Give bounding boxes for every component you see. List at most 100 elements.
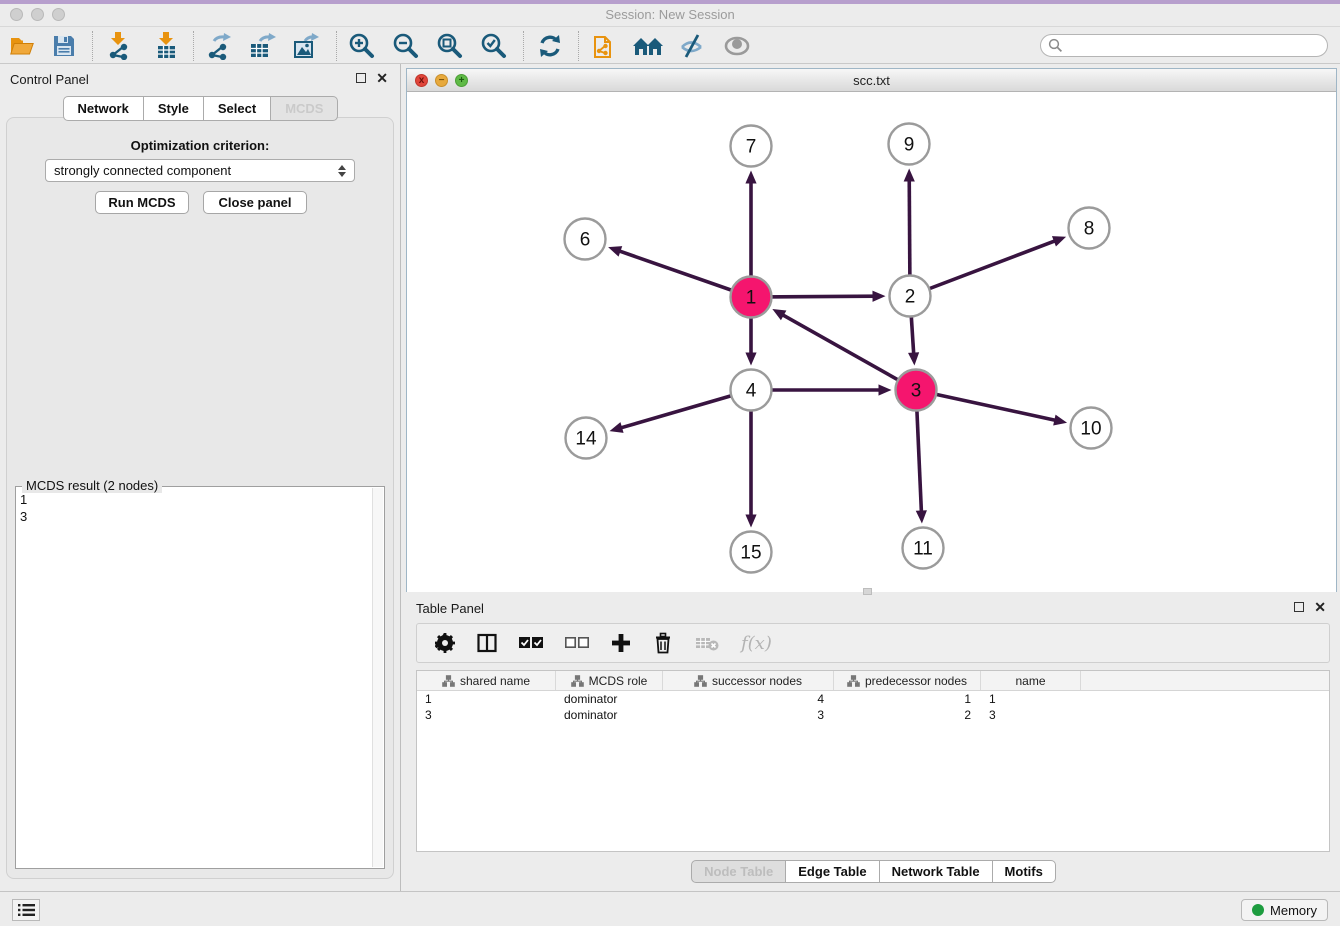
cell-shared-name[interactable]: 1 [417,691,556,707]
node-label-10: 10 [1080,419,1101,440]
column-label: shared name [460,674,530,688]
panel-mode-icon[interactable] [477,633,497,653]
cell-name[interactable]: 3 [981,707,1081,723]
memory-button[interactable]: Memory [1241,899,1328,921]
delete-table-icon-disabled [695,635,719,651]
open-folder-icon[interactable] [5,31,39,61]
table-row[interactable]: 3dominator323 [417,707,1329,723]
cell-successor-nodes[interactable]: 3 [663,707,834,723]
column-settings-icon[interactable] [435,633,455,653]
column-label: predecessor nodes [865,674,967,688]
close-table-panel-icon[interactable]: ✕ [1314,602,1326,612]
node-table[interactable]: shared name MCDS rolesuccessor nodes prede… [416,670,1330,852]
edge-3-1[interactable] [782,314,916,390]
search-box[interactable] [1040,34,1328,57]
node-label-14: 14 [575,429,597,450]
table-row[interactable]: 1dominator411 [417,691,1329,707]
column-header-predecessor-nodes[interactable]: predecessor nodes [834,671,981,690]
deselect-all-icon[interactable] [565,636,589,650]
cell-successor-nodes[interactable]: 4 [663,691,834,707]
edge-2-8[interactable] [910,241,1056,296]
node-label-11: 11 [913,539,933,560]
cell-name[interactable]: 1 [981,691,1081,707]
refresh-icon[interactable] [533,31,567,61]
edge-arrowhead [904,168,915,181]
edge-arrowhead [610,422,624,433]
node-label-2: 2 [905,287,916,308]
node-label-8: 8 [1084,219,1095,240]
search-input[interactable] [1063,39,1313,53]
first-neighbors-icon[interactable] [631,31,665,61]
export-network-icon[interactable] [201,31,235,61]
network-title: scc.txt [407,73,1336,88]
tab-node-table[interactable]: Node Table [691,860,786,883]
export-image-icon[interactable] [289,31,323,61]
network-titlebar[interactable]: x − + scc.txt [407,69,1336,92]
select-all-icon[interactable] [519,636,543,650]
node-label-9: 9 [904,135,915,156]
table-body: 1dominator4113dominator323 [417,691,1329,723]
import-network-icon[interactable] [101,31,135,61]
optimization-criterion-label: Optimization criterion: [7,138,393,153]
mcds-panel: Optimization criterion: strongly connect… [6,117,394,879]
dropdown-value: strongly connected component [54,163,231,178]
column-header-mcds-role[interactable]: MCDS role [556,671,663,690]
new-network-from-selection-icon[interactable] [587,31,621,61]
table-tabs: Node TableEdge TableNetwork TableMotifs [406,860,1340,883]
add-column-icon[interactable] [611,633,631,653]
tab-network[interactable]: Network [63,96,144,121]
mcds-result-box: MCDS result (2 nodes) 13 [15,486,385,869]
import-table-icon[interactable] [149,31,183,61]
network-graph[interactable]: 7968124314101511 [407,92,1336,592]
tab-style[interactable]: Style [143,96,204,121]
edge-arrowhead [745,515,756,528]
control-panel-title: Control Panel [10,72,89,87]
node-label-1: 1 [746,288,757,309]
tab-mcds[interactable]: MCDS [270,96,338,121]
network-view-frame: x − + scc.txt 7968124314101511 [406,68,1337,592]
window-title: Session: New Session [0,7,1340,22]
node-label-3: 3 [911,381,922,402]
export-table-icon[interactable] [245,31,279,61]
memory-label: Memory [1270,903,1317,918]
tab-edge-table[interactable]: Edge Table [785,860,879,883]
search-icon [1048,38,1063,53]
column-header-name[interactable]: name [981,671,1081,690]
tab-network-table[interactable]: Network Table [879,860,993,883]
zoom-in-icon[interactable] [345,31,379,61]
float-panel-icon[interactable] [356,73,366,83]
column-header-shared-name[interactable]: shared name [417,671,556,690]
cell-shared-name[interactable]: 3 [417,707,556,723]
cell-predecessor-nodes[interactable]: 1 [834,691,981,707]
zoom-out-icon[interactable] [389,31,423,61]
network-canvas[interactable]: 7968124314101511 [407,92,1336,592]
tab-select[interactable]: Select [203,96,271,121]
hide-selected-icon[interactable] [675,31,709,61]
frame-resize-grip[interactable] [863,588,872,595]
table-panel-title: Table Panel [416,601,484,616]
float-table-panel-icon[interactable] [1294,602,1304,612]
edge-arrowhead [1052,236,1066,246]
zoom-fit-icon[interactable] [433,31,467,61]
mcds-result-lines: 13 [20,491,27,525]
cell-predecessor-nodes[interactable]: 2 [834,707,981,723]
task-history-button[interactable] [12,899,40,921]
delete-column-icon[interactable] [653,632,673,654]
save-session-icon[interactable] [47,31,81,61]
column-header-successor-nodes[interactable]: successor nodes [663,671,834,690]
list-icon [18,903,35,917]
close-panel-button[interactable]: Close panel [203,191,307,214]
node-label-6: 6 [580,230,591,251]
show-all-icon[interactable] [720,31,754,61]
run-mcds-button[interactable]: Run MCDS [95,191,189,214]
function-builder-icon-disabled: f(x) [741,633,772,654]
cell-mcds-role[interactable]: dominator [556,707,663,723]
close-panel-icon[interactable]: ✕ [376,73,388,83]
tab-motifs[interactable]: Motifs [992,860,1056,883]
cell-mcds-role[interactable]: dominator [556,691,663,707]
zoom-selected-icon[interactable] [477,31,511,61]
mcds-result-scrollbar[interactable] [372,488,383,867]
dropdown-stepper-icon [338,165,346,177]
edge-arrowhead [879,384,892,395]
optimization-criterion-select[interactable]: strongly connected component [45,159,355,182]
